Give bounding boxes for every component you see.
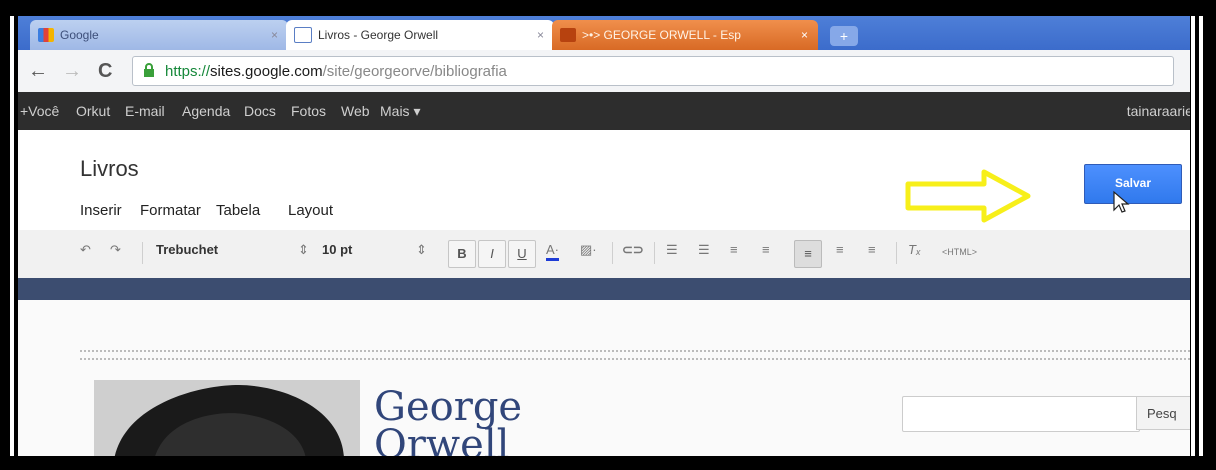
format-toolbar: ↶ ↷ Trebuchet ⇕ 10 pt ⇕ B I U A· ▨· ⊂⊃ ☰… — [18, 230, 1190, 278]
user-name[interactable]: tainaraariel — [1127, 103, 1190, 119]
save-button[interactable]: Salvar — [1084, 164, 1182, 204]
page-content: George Orwell Pesq — [18, 300, 1190, 456]
toolbar-divider — [896, 242, 897, 264]
tab-label: Livros - George Orwell — [318, 28, 439, 42]
url-path: /site/georgeorve/bibliografia — [322, 63, 507, 80]
size-select-arrow-icon[interactable]: ⇕ — [416, 242, 427, 258]
bulleted-list-icon[interactable]: ☰ — [698, 242, 710, 258]
browser-window: Google × Livros - George Orwell × >•> GE… — [18, 16, 1190, 456]
menu-layout[interactable]: Layout — [288, 202, 333, 219]
tab-livros[interactable]: Livros - George Orwell × — [286, 20, 554, 50]
site-search-input[interactable] — [902, 396, 1140, 432]
reload-icon[interactable]: C — [98, 60, 112, 83]
url-input[interactable]: https://sites.google.com/site/georgeorve… — [132, 56, 1174, 86]
dotted-divider — [80, 350, 1190, 360]
menu-tabela[interactable]: Tabela — [216, 202, 260, 219]
size-select[interactable]: 10 pt — [322, 242, 352, 257]
font-select[interactable]: Trebuchet — [156, 242, 218, 257]
lock-icon — [144, 63, 154, 77]
editor-header: Livros Inserir Formatar Tabela Layout Sa… — [18, 130, 1190, 240]
tab-george-orwell[interactable]: >•> GEORGE ORWELL - Esp × — [552, 20, 818, 50]
blogger-favicon-icon — [560, 28, 576, 42]
tab-strip: Google × Livros - George Orwell × >•> GE… — [18, 16, 1190, 50]
sites-favicon-icon — [294, 27, 312, 43]
align-center-icon[interactable]: ≡ — [836, 242, 844, 257]
gbar-item-email[interactable]: E-mail — [125, 103, 165, 119]
address-bar: ← → C https://sites.google.com/site/geor… — [18, 50, 1190, 93]
clear-formatting-icon[interactable]: Tₓ — [908, 242, 921, 257]
yellow-arrow-annotation — [905, 169, 1031, 223]
font-select-arrow-icon[interactable]: ⇕ — [298, 242, 309, 258]
google-favicon-icon — [38, 28, 54, 42]
close-tab-icon[interactable]: × — [537, 28, 544, 42]
gbar-item-mais[interactable]: Mais ▾ — [380, 103, 420, 120]
indent-less-icon[interactable]: ≡ — [730, 242, 738, 257]
new-tab-button[interactable]: + — [830, 26, 858, 46]
highlight-color-icon[interactable]: ▨· — [580, 242, 597, 258]
url-host: sites.google.com — [210, 63, 323, 80]
site-title: George Orwell — [374, 384, 523, 456]
link-icon[interactable]: ⊂⊃ — [622, 242, 644, 258]
right-border-outer — [1199, 16, 1203, 456]
orwell-portrait-image — [94, 380, 360, 456]
google-bar: +Você Orkut E-mail Agenda Docs Fotos Web… — [18, 92, 1190, 130]
gbar-item-web[interactable]: Web — [341, 103, 370, 119]
underline-button[interactable]: U — [508, 240, 536, 268]
gbar-item-voce[interactable]: +Você — [20, 103, 59, 119]
page-title[interactable]: Livros — [80, 156, 139, 182]
tab-label: Google — [60, 28, 99, 42]
site-title-line2: Orwell — [374, 422, 510, 456]
left-border — [10, 16, 14, 456]
gbar-item-orkut[interactable]: Orkut — [76, 103, 110, 119]
site-title-line1: George — [374, 384, 523, 430]
indent-more-icon[interactable]: ≡ — [762, 242, 770, 257]
toolbar-divider — [654, 242, 655, 264]
align-left-button[interactable]: ≡ — [794, 240, 822, 268]
forward-arrow-icon[interactable]: → — [62, 60, 82, 83]
menu-inserir[interactable]: Inserir — [80, 202, 122, 219]
undo-icon[interactable]: ↶ — [80, 242, 91, 258]
numbered-list-icon[interactable]: ☰ — [666, 242, 678, 258]
site-header-band — [18, 278, 1190, 300]
gbar-item-agenda[interactable]: Agenda — [182, 103, 230, 119]
close-tab-icon[interactable]: × — [801, 28, 808, 42]
bold-button[interactable]: B — [448, 240, 476, 268]
tab-label: >•> GEORGE ORWELL - Esp — [582, 28, 741, 42]
text-color-icon[interactable]: A· — [546, 242, 559, 261]
site-search-button[interactable]: Pesq — [1136, 396, 1190, 430]
menu-formatar[interactable]: Formatar — [140, 202, 201, 219]
back-arrow-icon[interactable]: ← — [28, 60, 48, 83]
url-text: https://sites.google.com/site/georgeorve… — [165, 63, 507, 80]
right-border — [1191, 16, 1195, 456]
redo-icon[interactable]: ↷ — [110, 242, 121, 258]
tab-google[interactable]: Google × — [30, 20, 288, 50]
close-tab-icon[interactable]: × — [271, 28, 278, 42]
mouse-cursor-icon — [1113, 190, 1130, 213]
italic-button[interactable]: I — [478, 240, 506, 268]
html-button[interactable]: <HTML> — [942, 247, 977, 257]
toolbar-divider — [612, 242, 613, 264]
gbar-item-fotos[interactable]: Fotos — [291, 103, 326, 119]
gbar-item-docs[interactable]: Docs — [244, 103, 276, 119]
toolbar-divider — [142, 242, 143, 264]
align-right-icon[interactable]: ≡ — [868, 242, 876, 257]
url-protocol: https:// — [165, 63, 211, 80]
